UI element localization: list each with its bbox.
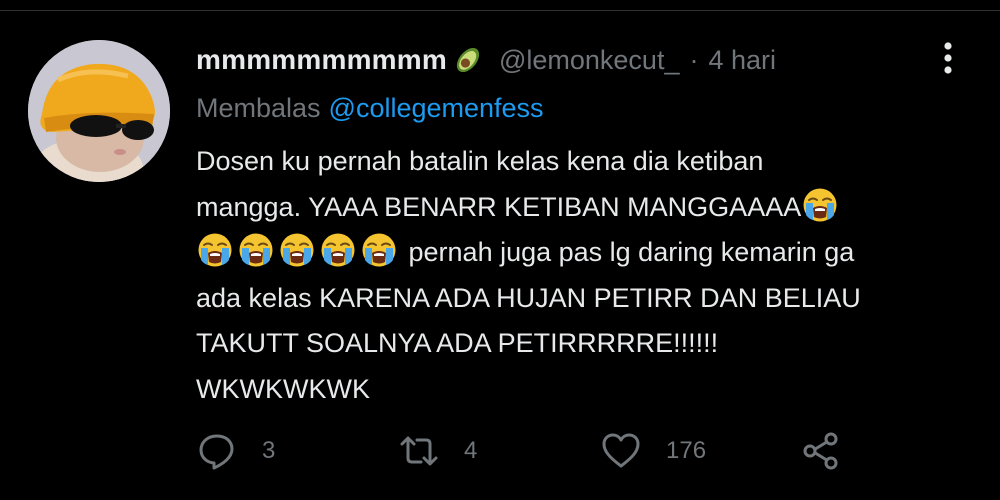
separator-dot: · <box>689 44 699 75</box>
tweet-line: TAKUTT SOALNYA ADA PETIRRRRRE!!!!!! <box>196 321 981 367</box>
retweet-button[interactable]: 4 <box>398 430 600 472</box>
retweet-icon <box>400 436 438 466</box>
loudly-crying-face-icon <box>237 231 275 269</box>
like-button[interactable]: 176 <box>600 430 800 472</box>
reply-context: Membalas @collegemenfess <box>196 88 544 128</box>
tweet-line-text: TAKUTT SOALNYA ADA PETIRRRRRE!!!!!! <box>196 328 719 358</box>
more-options-icon[interactable] <box>930 38 966 78</box>
tweet-line: mangga. YAAA BENARR KETIBAN MANGGAAAA <box>196 185 981 231</box>
reply-icon <box>199 434 234 470</box>
tweet-line-text: mangga. YAAA BENARR KETIBAN MANGGAAAA <box>196 191 802 222</box>
share-icon <box>803 432 838 470</box>
tweet-time[interactable]: 4 hari <box>708 45 776 76</box>
avocado-icon <box>451 45 485 75</box>
tweet-line: Dosen ku pernah batalin kelas kena dia k… <box>196 139 981 185</box>
tweet-line-text: Dosen ku pernah batalin kelas kena dia k… <box>196 146 764 176</box>
avatar-image <box>28 40 170 182</box>
reply-count: 3 <box>262 437 276 464</box>
tweet-line: WKWKWKWK <box>196 367 981 413</box>
tweet-line-text: ada kelas KARENA ADA HUJAN PETIRR DAN BE… <box>196 282 861 313</box>
tweet-header: mmmmmmmmmm @lemonkecut_ · 4 hari <box>196 38 776 82</box>
loudly-crying-face-icon <box>360 231 398 269</box>
loudly-crying-face-icon <box>319 231 357 269</box>
author-handle[interactable]: @lemonkecut_ <box>499 45 680 76</box>
reply-mention-link[interactable]: @collegemenfess <box>329 93 544 124</box>
loudly-crying-face-icon <box>196 231 234 269</box>
reply-prefix: Membalas <box>196 92 321 123</box>
tweet-line: pernah juga pas lg daring kemarin ga <box>196 230 981 276</box>
tweet-actions: 3 4 176 <box>196 428 842 474</box>
top-divider <box>0 10 1000 11</box>
like-count: 176 <box>666 437 707 464</box>
loudly-crying-face-icon <box>278 231 316 269</box>
author-display-name[interactable]: mmmmmmmmmm <box>196 44 447 76</box>
tweet-line-text: WKWKWKWK <box>196 373 370 404</box>
avatar[interactable] <box>28 40 170 182</box>
heart-icon <box>602 433 640 468</box>
tweet-line: ada kelas KARENA ADA HUJAN PETIRR DAN BE… <box>196 276 981 322</box>
tweet-text: Dosen ku pernah batalin kelas kena dia k… <box>196 139 981 412</box>
share-button[interactable] <box>800 430 842 472</box>
loudly-crying-face-icon <box>801 186 839 224</box>
reply-button[interactable]: 3 <box>196 430 398 472</box>
tweet-line-text: pernah juga pas lg daring kemarin ga <box>408 237 855 267</box>
retweet-count: 4 <box>464 437 478 464</box>
